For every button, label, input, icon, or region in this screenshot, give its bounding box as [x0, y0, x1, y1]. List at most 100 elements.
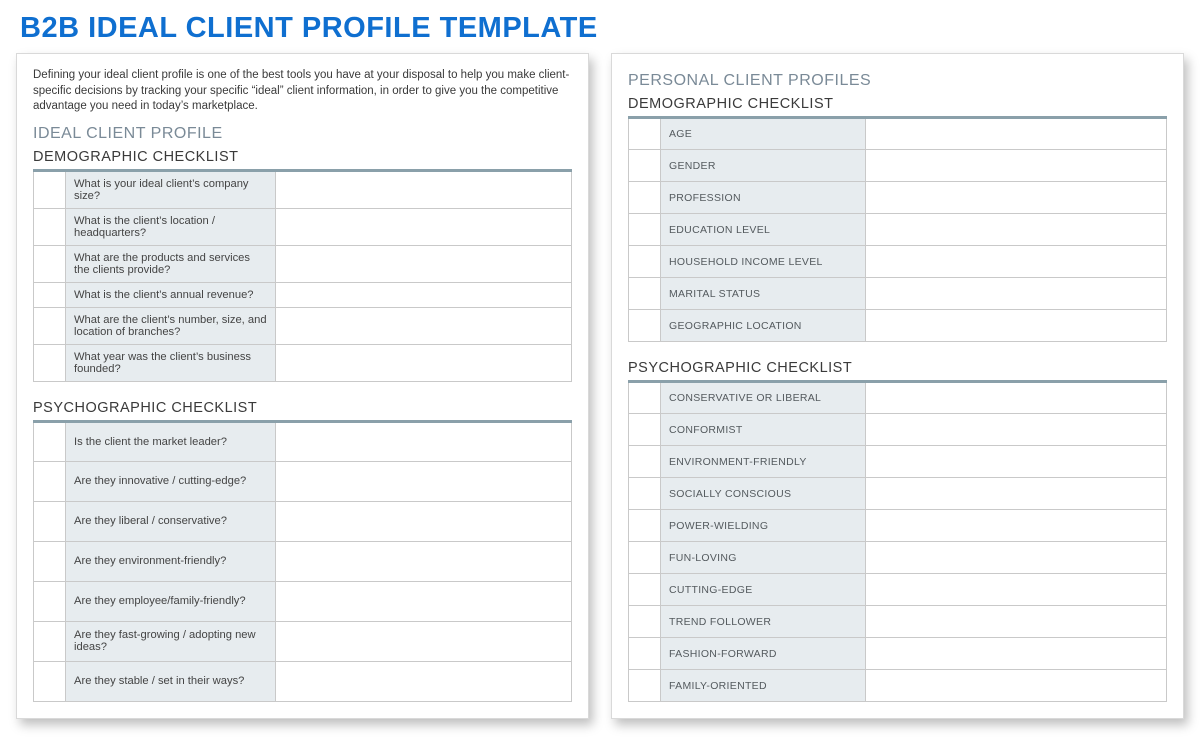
left-demo-heading: DEMOGRAPHIC CHECKLIST — [33, 149, 572, 165]
label-cell: GENDER — [661, 150, 866, 182]
table-row: POWER-WIELDING — [629, 510, 1167, 542]
label-cell: POWER-WIELDING — [661, 510, 866, 542]
label-cell: FAMILY-ORIENTED — [661, 670, 866, 702]
table-row: PROFESSION — [629, 182, 1167, 214]
answer-cell[interactable] — [276, 581, 572, 621]
right-section-title: PERSONAL CLIENT PROFILES — [628, 72, 1167, 90]
checkbox-cell[interactable] — [629, 182, 661, 214]
checkbox-cell[interactable] — [629, 310, 661, 342]
checkbox-cell[interactable] — [34, 245, 66, 282]
left-psy-table: Is the client the market leader? Are the… — [33, 420, 572, 702]
table-row: CONSERVATIVE OR LIBERAL — [629, 382, 1167, 414]
label-cell: FASHION-FORWARD — [661, 638, 866, 670]
answer-cell[interactable] — [865, 510, 1166, 542]
table-row: MARITAL STATUS — [629, 278, 1167, 310]
label-cell: SOCIALLY CONSCIOUS — [661, 478, 866, 510]
label-cell: AGE — [661, 118, 866, 150]
table-row: Are they innovative / cutting-edge? — [34, 461, 572, 501]
answer-cell[interactable] — [276, 421, 572, 461]
answer-cell[interactable] — [276, 170, 572, 208]
label-cell: TREND FOLLOWER — [661, 606, 866, 638]
table-row: EDUCATION LEVEL — [629, 214, 1167, 246]
answer-cell[interactable] — [276, 621, 572, 661]
checkbox-cell[interactable] — [629, 638, 661, 670]
answer-cell[interactable] — [276, 461, 572, 501]
checkbox-cell[interactable] — [629, 214, 661, 246]
answer-cell[interactable] — [865, 310, 1166, 342]
label-cell: FUN-LOVING — [661, 542, 866, 574]
answer-cell[interactable] — [865, 214, 1166, 246]
answer-cell[interactable] — [276, 501, 572, 541]
label-cell: EDUCATION LEVEL — [661, 214, 866, 246]
checkbox-cell[interactable] — [629, 478, 661, 510]
checkbox-cell[interactable] — [629, 382, 661, 414]
table-row: HOUSEHOLD INCOME LEVEL — [629, 246, 1167, 278]
table-row: GENDER — [629, 150, 1167, 182]
answer-cell[interactable] — [276, 245, 572, 282]
right-card: PERSONAL CLIENT PROFILES DEMOGRAPHIC CHE… — [611, 53, 1184, 719]
checkbox-cell[interactable] — [629, 278, 661, 310]
left-section-title: IDEAL CLIENT PROFILE — [33, 125, 572, 143]
question-cell: What is your ideal client’s company size… — [66, 170, 276, 208]
checkbox-cell[interactable] — [34, 621, 66, 661]
checkbox-cell[interactable] — [629, 670, 661, 702]
table-row: AGE — [629, 118, 1167, 150]
label-cell: CONSERVATIVE OR LIBERAL — [661, 382, 866, 414]
question-cell: What is the client’s location / headquar… — [66, 208, 276, 245]
checkbox-cell[interactable] — [34, 282, 66, 307]
table-row: GEOGRAPHIC LOCATION — [629, 310, 1167, 342]
answer-cell[interactable] — [865, 246, 1166, 278]
answer-cell[interactable] — [865, 638, 1166, 670]
question-cell: Are they fast-growing / adopting new ide… — [66, 621, 276, 661]
label-cell: CUTTING-EDGE — [661, 574, 866, 606]
checkbox-cell[interactable] — [34, 661, 66, 701]
checkbox-cell[interactable] — [629, 414, 661, 446]
table-row: Is the client the market leader? — [34, 421, 572, 461]
checkbox-cell[interactable] — [629, 118, 661, 150]
checkbox-cell[interactable] — [629, 246, 661, 278]
checkbox-cell[interactable] — [34, 501, 66, 541]
checkbox-cell[interactable] — [34, 344, 66, 381]
answer-cell[interactable] — [276, 661, 572, 701]
table-row: ENVIRONMENT-FRIENDLY — [629, 446, 1167, 478]
table-row: Are they employee/family-friendly? — [34, 581, 572, 621]
answer-cell[interactable] — [865, 414, 1166, 446]
table-row: FASHION-FORWARD — [629, 638, 1167, 670]
answer-cell[interactable] — [865, 670, 1166, 702]
checkbox-cell[interactable] — [34, 208, 66, 245]
answer-cell[interactable] — [865, 606, 1166, 638]
checkbox-cell[interactable] — [629, 542, 661, 574]
answer-cell[interactable] — [865, 382, 1166, 414]
question-cell: Are they stable / set in their ways? — [66, 661, 276, 701]
checkbox-cell[interactable] — [629, 446, 661, 478]
checkbox-cell[interactable] — [34, 421, 66, 461]
table-row: CONFORMIST — [629, 414, 1167, 446]
answer-cell[interactable] — [865, 574, 1166, 606]
label-cell: CONFORMIST — [661, 414, 866, 446]
checkbox-cell[interactable] — [34, 170, 66, 208]
intro-text: Defining your ideal client profile is on… — [33, 68, 572, 115]
checkbox-cell[interactable] — [629, 150, 661, 182]
checkbox-cell[interactable] — [34, 461, 66, 501]
answer-cell[interactable] — [865, 278, 1166, 310]
answer-cell[interactable] — [865, 118, 1166, 150]
answer-cell[interactable] — [276, 208, 572, 245]
answer-cell[interactable] — [865, 478, 1166, 510]
checkbox-cell[interactable] — [34, 541, 66, 581]
checkbox-cell[interactable] — [629, 606, 661, 638]
answer-cell[interactable] — [865, 542, 1166, 574]
checkbox-cell[interactable] — [629, 510, 661, 542]
label-cell: MARITAL STATUS — [661, 278, 866, 310]
checkbox-cell[interactable] — [34, 581, 66, 621]
answer-cell[interactable] — [865, 150, 1166, 182]
answer-cell[interactable] — [276, 541, 572, 581]
answer-cell[interactable] — [865, 446, 1166, 478]
answer-cell[interactable] — [865, 182, 1166, 214]
checkbox-cell[interactable] — [629, 574, 661, 606]
table-row: SOCIALLY CONSCIOUS — [629, 478, 1167, 510]
answer-cell[interactable] — [276, 282, 572, 307]
answer-cell[interactable] — [276, 307, 572, 344]
answer-cell[interactable] — [276, 344, 572, 381]
checkbox-cell[interactable] — [34, 307, 66, 344]
label-cell: PROFESSION — [661, 182, 866, 214]
